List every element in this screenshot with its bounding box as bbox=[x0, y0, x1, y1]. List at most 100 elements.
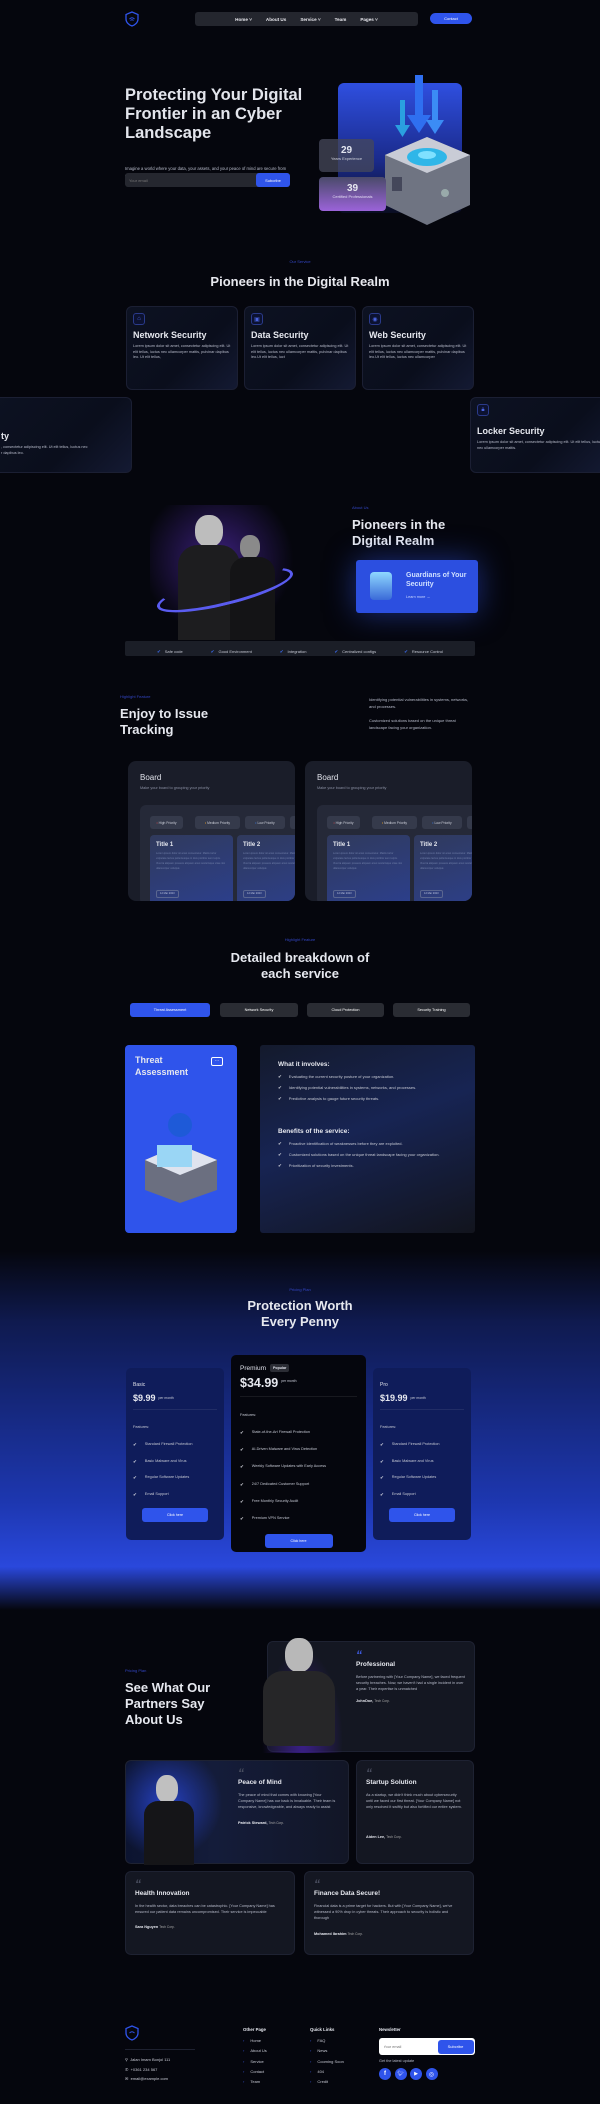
nav-home[interactable]: Home ˅ bbox=[235, 17, 252, 22]
service-card-locker[interactable]: 🔒︎ Locker Security Lorem ipsum dolor sit… bbox=[470, 397, 600, 473]
footer-link[interactable]: Credit bbox=[310, 2079, 344, 2084]
learn-more-link[interactable]: Learn more → bbox=[406, 595, 430, 599]
professional-photo bbox=[255, 1633, 350, 1753]
task-card[interactable]: Title 2 Lorem ipsum dolor sit amet conse… bbox=[237, 835, 295, 901]
footer-link[interactable]: Contact bbox=[243, 2069, 267, 2074]
check-icon: ✔ bbox=[210, 648, 215, 654]
check-icon: ✔ bbox=[240, 1464, 244, 1470]
testimonial-name: Sara Nguyen bbox=[135, 1925, 159, 1930]
footer-link[interactable]: Cooming Soon bbox=[310, 2059, 343, 2064]
check-icon: ✔ bbox=[240, 1498, 244, 1504]
guardians-card[interactable]: Guardians of Your Security Learn more → bbox=[356, 560, 478, 613]
tab-security-training[interactable]: Security Training bbox=[393, 1003, 470, 1017]
service-card-network[interactable]: ⌂ Network Security Lorem ipsum dolor sit… bbox=[126, 306, 238, 390]
services-label: Our Service bbox=[289, 259, 311, 264]
service-card-partial-left[interactable]: ty , consectetur adipiscing elit. Ut eli… bbox=[0, 397, 132, 473]
threat-card-title: Threat Assessment bbox=[135, 1055, 189, 1077]
contact-button[interactable]: Contact bbox=[430, 13, 472, 24]
pricing-card-pro: Pro $19.99 per month Features: ✔ Standard … bbox=[373, 1368, 471, 1540]
plan-name: Basic bbox=[133, 1382, 146, 1388]
priority-chip[interactable]: • Medium Priority bbox=[372, 816, 417, 829]
footer-link[interactable]: Team bbox=[243, 2079, 267, 2084]
tab-threat-assessment[interactable]: Threat Assessment bbox=[130, 1003, 210, 1017]
priority-chip[interactable]: • Low Priority bbox=[422, 816, 462, 829]
newsletter-email-input[interactable] bbox=[380, 2039, 438, 2054]
check-icon: ✔ bbox=[133, 1442, 137, 1447]
nav-pages[interactable]: Pages ˅ bbox=[360, 17, 378, 22]
tab-cloud-protection[interactable]: Cloud Protection bbox=[307, 1003, 384, 1017]
testimonial-card: “ Health Innovation In the health sector… bbox=[125, 1871, 295, 1955]
board-title: Board bbox=[140, 773, 162, 782]
plan-cta-button[interactable]: Click here bbox=[389, 1508, 455, 1522]
plan-cta-button[interactable]: Click here bbox=[142, 1508, 208, 1522]
footer-contact: ⚲ Jalan Imam Bonjol 111 ✆ +0361 234 567 … bbox=[125, 2055, 170, 2084]
plan-cta-button[interactable]: Click here bbox=[264, 1533, 333, 1548]
plan-feature: ✔ Free Monthly Security Audit bbox=[240, 1498, 299, 1504]
plan-feature: ✔ Email Support bbox=[380, 1491, 416, 1497]
hero-subscribe-button[interactable]: Subcribe bbox=[256, 173, 290, 187]
nav-about[interactable]: About Us bbox=[266, 17, 286, 22]
footer-link[interactable]: 404 bbox=[310, 2069, 344, 2074]
service-card-web[interactable]: ◉ Web Security Lorem ipsum dolor sit ame… bbox=[362, 306, 474, 390]
hero-email-input[interactable] bbox=[125, 173, 256, 187]
priority-chip[interactable] bbox=[467, 816, 472, 829]
newsletter-subscribe-button[interactable]: Subcribe bbox=[437, 2039, 474, 2054]
priority-chip[interactable] bbox=[290, 816, 295, 829]
check-icon: ✔ bbox=[380, 1458, 384, 1464]
priority-dot-icon: • bbox=[204, 820, 207, 825]
nav-team[interactable]: Team bbox=[335, 17, 347, 22]
chat-check-icon: … bbox=[211, 1057, 223, 1066]
service-card-data[interactable]: ▣ Data Security Lorem ipsum dolor sit am… bbox=[244, 306, 356, 390]
breakdown-title-text: Detailed breakdown of each service bbox=[230, 950, 370, 981]
involves-item: ✔ Identifying potential vulnerabilities i… bbox=[278, 1085, 417, 1090]
nav-service[interactable]: Service ˅ bbox=[300, 17, 320, 22]
testimonial-text: In the health sector, data breaches can … bbox=[135, 1904, 275, 1915]
plan-price: $34.99 bbox=[240, 1376, 279, 1390]
plan-name: Premium bbox=[240, 1364, 267, 1372]
task-card[interactable]: Title 1 Lorem ipsum dolor sit amet conse… bbox=[327, 835, 410, 901]
facebook-icon[interactable]: f bbox=[379, 2068, 391, 2080]
service-card-text: Lorem ipsum dolor sit amet, consectetur … bbox=[369, 344, 467, 360]
youtube-icon[interactable]: ▶ bbox=[410, 2068, 422, 2080]
footer-link[interactable]: About Us bbox=[243, 2048, 266, 2053]
task-card[interactable]: Title 1 Lorem ipsum dolor sit amet conse… bbox=[150, 835, 233, 901]
footer-email[interactable]: email@example.com bbox=[131, 2076, 168, 2081]
priority-chip[interactable]: • Medium Priority bbox=[195, 816, 240, 829]
check-icon: ✔ bbox=[133, 1491, 137, 1497]
testimonial-card: “ Startup Solution As a startup, we didn… bbox=[356, 1760, 474, 1864]
quote-icon: “ bbox=[135, 1877, 141, 1891]
tab-network-security[interactable]: Network Security bbox=[220, 1003, 298, 1017]
footer-link[interactable]: News bbox=[310, 2048, 344, 2053]
plan-divider bbox=[380, 1409, 464, 1410]
testimonial-title: Peace of Mind bbox=[238, 1779, 282, 1786]
plan-feature: ✔ State-of-the-Art Firewall Protection bbox=[240, 1430, 311, 1435]
footer-link[interactable]: FAQ bbox=[310, 2038, 344, 2043]
logo-shield-icon[interactable] bbox=[125, 11, 139, 27]
task-card[interactable]: Title 2 Lorem ipsum dolor sit amet conse… bbox=[414, 835, 472, 901]
plan-feature: ✔ Regular Software Updates bbox=[380, 1475, 437, 1480]
priority-chip[interactable]: • High Priority bbox=[327, 816, 360, 829]
check-icon: ✔ bbox=[334, 648, 339, 654]
lock-icon: 🔒︎ bbox=[477, 404, 489, 416]
plan-feature: ✔ Standard Firewall Protection bbox=[380, 1442, 440, 1447]
footer-link[interactable]: Service bbox=[243, 2059, 267, 2064]
priority-chip[interactable]: • Low Priority bbox=[245, 816, 285, 829]
plan-feature: ✔ Premium VPN Service bbox=[240, 1515, 290, 1521]
twitter-icon[interactable]: 🐦︎ bbox=[394, 2068, 407, 2080]
involves-item: ✔ Predictive analysis to gauge future sec… bbox=[278, 1096, 380, 1101]
quote-icon: “ bbox=[356, 1648, 362, 1662]
priority-chip[interactable]: • High Priority bbox=[150, 816, 183, 829]
dribbble-icon[interactable]: ◎ bbox=[425, 2068, 438, 2080]
testimonial-text: The peace of mind that comes with knowin… bbox=[238, 1793, 336, 1810]
check-icon: ✔ bbox=[156, 648, 161, 654]
check-icon: ✔ bbox=[278, 1085, 282, 1090]
breakdown-title: Detailed breakdown of each service bbox=[0, 950, 600, 982]
testimonial-name: Aiden Lee, bbox=[366, 1834, 386, 1839]
check-icon: ✔ bbox=[278, 1152, 282, 1157]
footer-link[interactable]: Home bbox=[243, 2038, 267, 2043]
service-card-text: Lorem ipsum dolor sit amet, consectetur … bbox=[133, 344, 231, 360]
footer-phone[interactable]: +0361 234 567 bbox=[131, 2067, 158, 2072]
testimonial-name: Patrick Steward, bbox=[238, 1820, 268, 1825]
service-card-text: Lorem ipsum dolor sit amet, consectetur … bbox=[477, 440, 600, 450]
footer-logo-icon[interactable] bbox=[125, 2025, 139, 2041]
